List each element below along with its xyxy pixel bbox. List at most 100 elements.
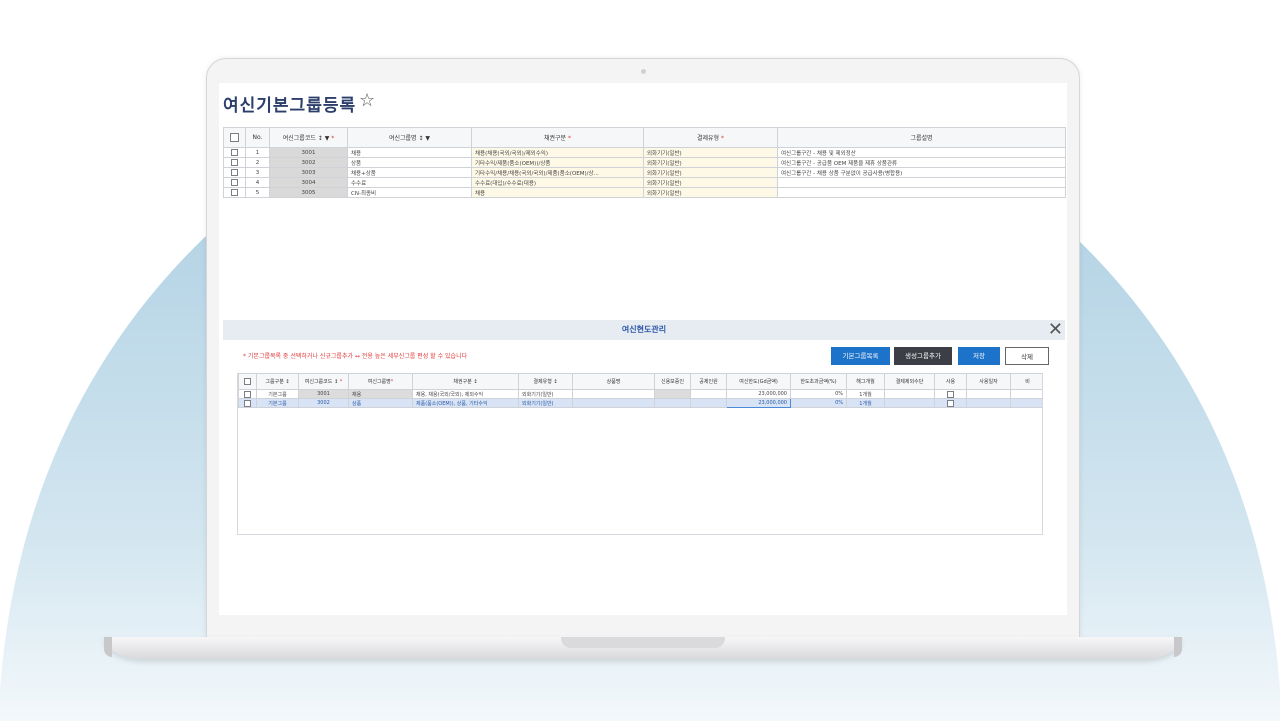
- row-product[interactable]: [572, 389, 655, 399]
- add-basic-group-button[interactable]: 기본그룹목록: [831, 347, 890, 365]
- table-row[interactable]: 3 3003 채용+상품 기타수익/채용/채용(국외/국외)/제품(품소(OEM…: [223, 167, 1066, 178]
- row-use-date[interactable]: [966, 398, 1011, 408]
- row-pay[interactable]: 외화기기(일반): [643, 157, 778, 168]
- row-type: 기본그룹: [256, 398, 299, 408]
- laptop-lid: 여신기본그룹등록 ☆ No. 여신그룹코드 ↕ ▼ * 여신그룹명 ↕ ▼ 채권…: [206, 58, 1080, 640]
- table-row[interactable]: 4 3004 수수료 수수료(대입)/수수료(대용) 외화기기(일반): [223, 177, 1066, 188]
- row-checkbox[interactable]: [223, 157, 246, 168]
- row-desc[interactable]: [777, 187, 1066, 198]
- row-deduct[interactable]: [690, 389, 727, 399]
- group-grid-header: No. 여신그룹코드 ↕ ▼ * 여신그룹명 ↕ ▼ 채권구분 * 결제유형 *…: [223, 127, 1066, 148]
- row-checkbox[interactable]: [223, 147, 246, 158]
- detail-select-all-checkbox[interactable]: [238, 373, 257, 390]
- add-new-group-button[interactable]: 생성그룹추가: [894, 347, 952, 365]
- table-row[interactable]: 2 3002 상품 기타수익/제품(품소(OEM))/상품 외화기기(일반) 여…: [223, 157, 1066, 168]
- row-pay[interactable]: 외화기기(일반): [643, 187, 778, 198]
- col-no: No.: [245, 127, 270, 148]
- row-checkbox[interactable]: [223, 177, 246, 188]
- col-group-code[interactable]: 여신그룹코드 ↕ *: [298, 373, 349, 390]
- row-name[interactable]: 수수료: [347, 177, 472, 188]
- row-bond[interactable]: 채용: [471, 187, 644, 198]
- col-bond-type[interactable]: 채권구분 ↕: [412, 373, 519, 390]
- row-name[interactable]: CN-최종비: [347, 187, 472, 198]
- detail-grid: 그룹구분 ↕ 여신그룹코드 ↕ * 여신그룹명* 채권구분 ↕ 결제유형 ↕ 상…: [238, 373, 1042, 408]
- col-pay-type: 결제유형 *: [643, 127, 778, 148]
- row-code: 3003: [269, 167, 348, 178]
- col-over: 한도초과금액(%): [790, 373, 847, 390]
- row-checkbox[interactable]: [238, 398, 257, 408]
- row-month[interactable]: 1개월: [846, 389, 885, 399]
- row-code: 3004: [269, 177, 348, 188]
- row-over[interactable]: 0%: [790, 398, 847, 408]
- col-guarantor: 신용보증인: [654, 373, 691, 390]
- row-note: [1010, 389, 1042, 399]
- row-limit[interactable]: 23,000,000: [726, 389, 791, 399]
- close-icon[interactable]: ✕: [1048, 320, 1063, 340]
- col-deduct: 공제인원: [690, 373, 727, 390]
- row-bond[interactable]: 기타수익/제품(품소(OEM))/상품: [471, 157, 644, 168]
- row-pay[interactable]: 외화기기(일반): [643, 177, 778, 188]
- row-month[interactable]: 1개월: [846, 398, 885, 408]
- row-code: 3002: [298, 398, 349, 408]
- row-desc[interactable]: 여신그룹구간 - 공급품 OEM 제품을 제휴 상품관류: [777, 157, 1066, 168]
- row-bond[interactable]: 수수료(대입)/수수료(대용): [471, 177, 644, 188]
- row-product[interactable]: [572, 398, 655, 408]
- row-no: 3: [245, 167, 270, 178]
- col-group-name[interactable]: 여신그룹명 ↕ ▼: [347, 127, 472, 148]
- row-pay: 외화기기(일반): [518, 389, 573, 399]
- row-pay[interactable]: 외화기기(일반): [643, 167, 778, 178]
- row-use-checkbox[interactable]: [934, 389, 967, 399]
- delete-button[interactable]: 삭제: [1005, 347, 1049, 365]
- laptop-screen: 여신기본그룹등록 ☆ No. 여신그룹코드 ↕ ▼ * 여신그룹명 ↕ ▼ 채권…: [219, 83, 1067, 615]
- select-all-checkbox[interactable]: [223, 127, 246, 148]
- col-use-date: 사용일자: [966, 373, 1011, 390]
- row-name: 채용: [348, 389, 413, 399]
- row-desc[interactable]: [777, 177, 1066, 188]
- row-pay[interactable]: 외화기기(일반): [643, 147, 778, 158]
- row-name[interactable]: 상품: [347, 157, 472, 168]
- row-use-date[interactable]: [966, 389, 1011, 399]
- col-note: 비: [1010, 373, 1042, 390]
- page-title: 여신기본그룹등록: [223, 96, 357, 116]
- row-limit-input[interactable]: 23,000,000: [726, 398, 791, 408]
- table-row[interactable]: 5 3005 CN-최종비 채용 외화기기(일반): [223, 187, 1066, 198]
- table-row[interactable]: 1 3001 채용 채용(채용(국외/국외)/제외수익) 외화기기(일반) 여신…: [223, 147, 1066, 158]
- row-desc[interactable]: 여신그룹구간 - 채용 상품 구분없이 공급사용(병합용): [777, 167, 1066, 178]
- star-outline-icon[interactable]: ☆: [359, 90, 375, 111]
- row-bond[interactable]: 기타수익/채용/채용(국외/국외)/제품(품소(OEM)/상...: [471, 167, 644, 178]
- col-group-type[interactable]: 그룹구분 ↕: [256, 373, 299, 390]
- row-bond[interactable]: 채용(채용(국외/국외)/제외수익): [471, 147, 644, 158]
- row-name: 상품: [348, 398, 413, 408]
- row-no: 4: [245, 177, 270, 188]
- row-checkbox[interactable]: [223, 187, 246, 198]
- row-bond: 제품(품소(OEM)), 상품, 기타수익: [412, 398, 519, 408]
- table-row[interactable]: 기본그룹 3001 채용 채용, 채용(국외/국외), 제외수익 외화기기(일반…: [238, 389, 1042, 399]
- row-exclude[interactable]: [884, 389, 935, 399]
- row-pay: 외화기기(일반): [518, 398, 573, 408]
- detail-panel-header: 여신현도관리 ✕: [223, 320, 1065, 340]
- detail-notice: * 기본그룹목록 중 선택하거나 신규그룹추가 ↔ 전용 높은 세부신그룹 편성…: [243, 353, 468, 360]
- table-row-selected[interactable]: 기본그룹 3002 상품 제품(품소(OEM)), 상품, 기타수익 외화기기(…: [238, 398, 1042, 408]
- row-exclude[interactable]: [884, 398, 935, 408]
- row-desc[interactable]: 여신그룹구간 - 채용 및 제외정산: [777, 147, 1066, 158]
- row-name[interactable]: 채용+상품: [347, 167, 472, 178]
- base-left-edge: [104, 637, 112, 657]
- save-button[interactable]: 저장: [958, 347, 1000, 365]
- row-code: 3005: [269, 187, 348, 198]
- row-code: 3002: [269, 157, 348, 168]
- row-no: 5: [245, 187, 270, 198]
- row-use-checkbox[interactable]: [934, 398, 967, 408]
- row-guarantor[interactable]: [654, 389, 691, 399]
- col-pay-type[interactable]: 결제유형 ↕: [518, 373, 573, 390]
- detail-grid-header: 그룹구분 ↕ 여신그룹코드 ↕ * 여신그룹명* 채권구분 ↕ 결제유형 ↕ 상…: [238, 373, 1042, 390]
- col-bond-type: 채권구분 *: [471, 127, 644, 148]
- row-over[interactable]: 0%: [790, 389, 847, 399]
- row-guarantor[interactable]: [654, 398, 691, 408]
- laptop-notch: [561, 637, 725, 648]
- row-name[interactable]: 채용: [347, 147, 472, 158]
- col-group-code[interactable]: 여신그룹코드 ↕ ▼ *: [269, 127, 348, 148]
- row-checkbox[interactable]: [223, 167, 246, 178]
- col-description: 그룹설명: [777, 127, 1066, 148]
- row-deduct[interactable]: [690, 398, 727, 408]
- row-checkbox[interactable]: [238, 389, 257, 399]
